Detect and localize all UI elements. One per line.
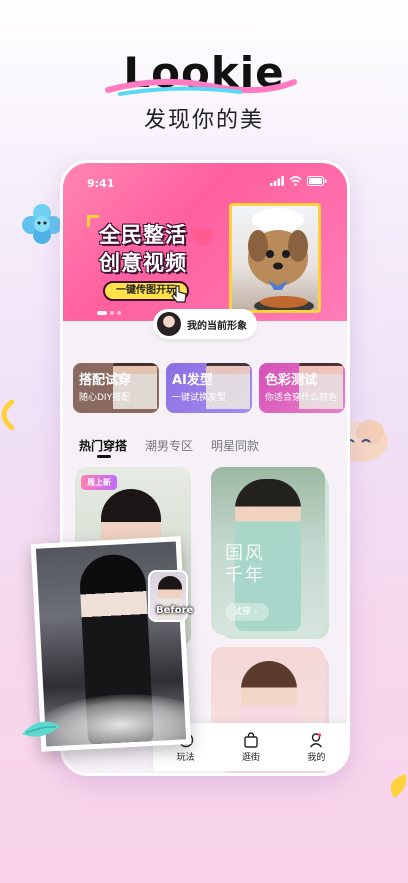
wifi-icon [289, 176, 302, 186]
feature-color-test[interactable]: 色彩测试 你适合穿什么颜色 [259, 363, 345, 413]
tabbar-item-shop[interactable]: 逛街 [241, 731, 260, 763]
tagline: 发现你的美 [143, 108, 264, 133]
hand-cursor-icon [171, 285, 187, 303]
banner-title-line2: 创意视频 [99, 251, 187, 275]
status-bar: 9:41 [63, 163, 347, 197]
feature-title: AI发型 [172, 373, 213, 388]
before-label: Before [156, 605, 194, 616]
new-badge: 周上新 [81, 475, 117, 490]
swirl-sticker-icon [1, 400, 15, 430]
leaf-sticker-icon [22, 721, 60, 737]
tabbar-label: 我的 [307, 752, 326, 763]
tab-trendy-men[interactable]: 潮男专区 [145, 437, 193, 454]
tabbar-item-profile[interactable]: 我的 [307, 732, 325, 763]
outfit-card-guofeng[interactable]: 国风 千年 试穿 › [211, 467, 325, 635]
feature-title: 色彩测试 [265, 373, 318, 388]
feature-ai-hairstyle[interactable]: AI发型 一键试换发型 [166, 363, 252, 413]
banner-pagination [97, 311, 121, 315]
shopping-bag-icon [244, 731, 258, 748]
heart-icon [192, 228, 214, 247]
feature-subtitle: 你适合穿什么颜色 [265, 393, 338, 403]
tabbar-label: 逛街 [241, 752, 260, 763]
current-look-chip[interactable]: 我的当前形象 [153, 309, 257, 339]
tabbar-label: 玩法 [176, 752, 195, 763]
avatar [157, 312, 181, 336]
profile-icon [310, 732, 323, 747]
battery-icon [307, 176, 327, 186]
status-time: 9:41 [87, 177, 115, 190]
banner-corner-decoration [87, 215, 99, 227]
guofeng-title: 国风 千年 [225, 543, 265, 586]
dog-photo [229, 203, 321, 313]
flower-sticker-icon [22, 204, 62, 244]
blob-sticker-icon [390, 774, 407, 798]
banner-title-line1: 全民整活 [99, 223, 187, 247]
signal-icon [270, 176, 284, 186]
category-tabs: 热门穿搭 潮男专区 明星同款 [79, 437, 259, 458]
feature-outfit-tryon[interactable]: 搭配试穿 随心DIY搭配 [73, 363, 159, 413]
feature-grid: 搭配试穿 随心DIY搭配 AI发型 一键试换发型 色彩测试 你适合穿什么颜色 [73, 363, 345, 419]
feature-subtitle: 一键试换发型 [172, 393, 227, 403]
try-on-button[interactable]: 试穿 › [225, 603, 269, 621]
current-look-label: 我的当前形象 [187, 320, 247, 332]
feature-title: 搭配试穿 [79, 373, 132, 388]
title-swoosh-decoration [105, 78, 297, 96]
tab-celebrity-style[interactable]: 明星同款 [211, 437, 259, 454]
tab-hot-outfits[interactable]: 热门穿搭 [79, 437, 127, 458]
feature-subtitle: 随心DIY搭配 [79, 393, 131, 403]
